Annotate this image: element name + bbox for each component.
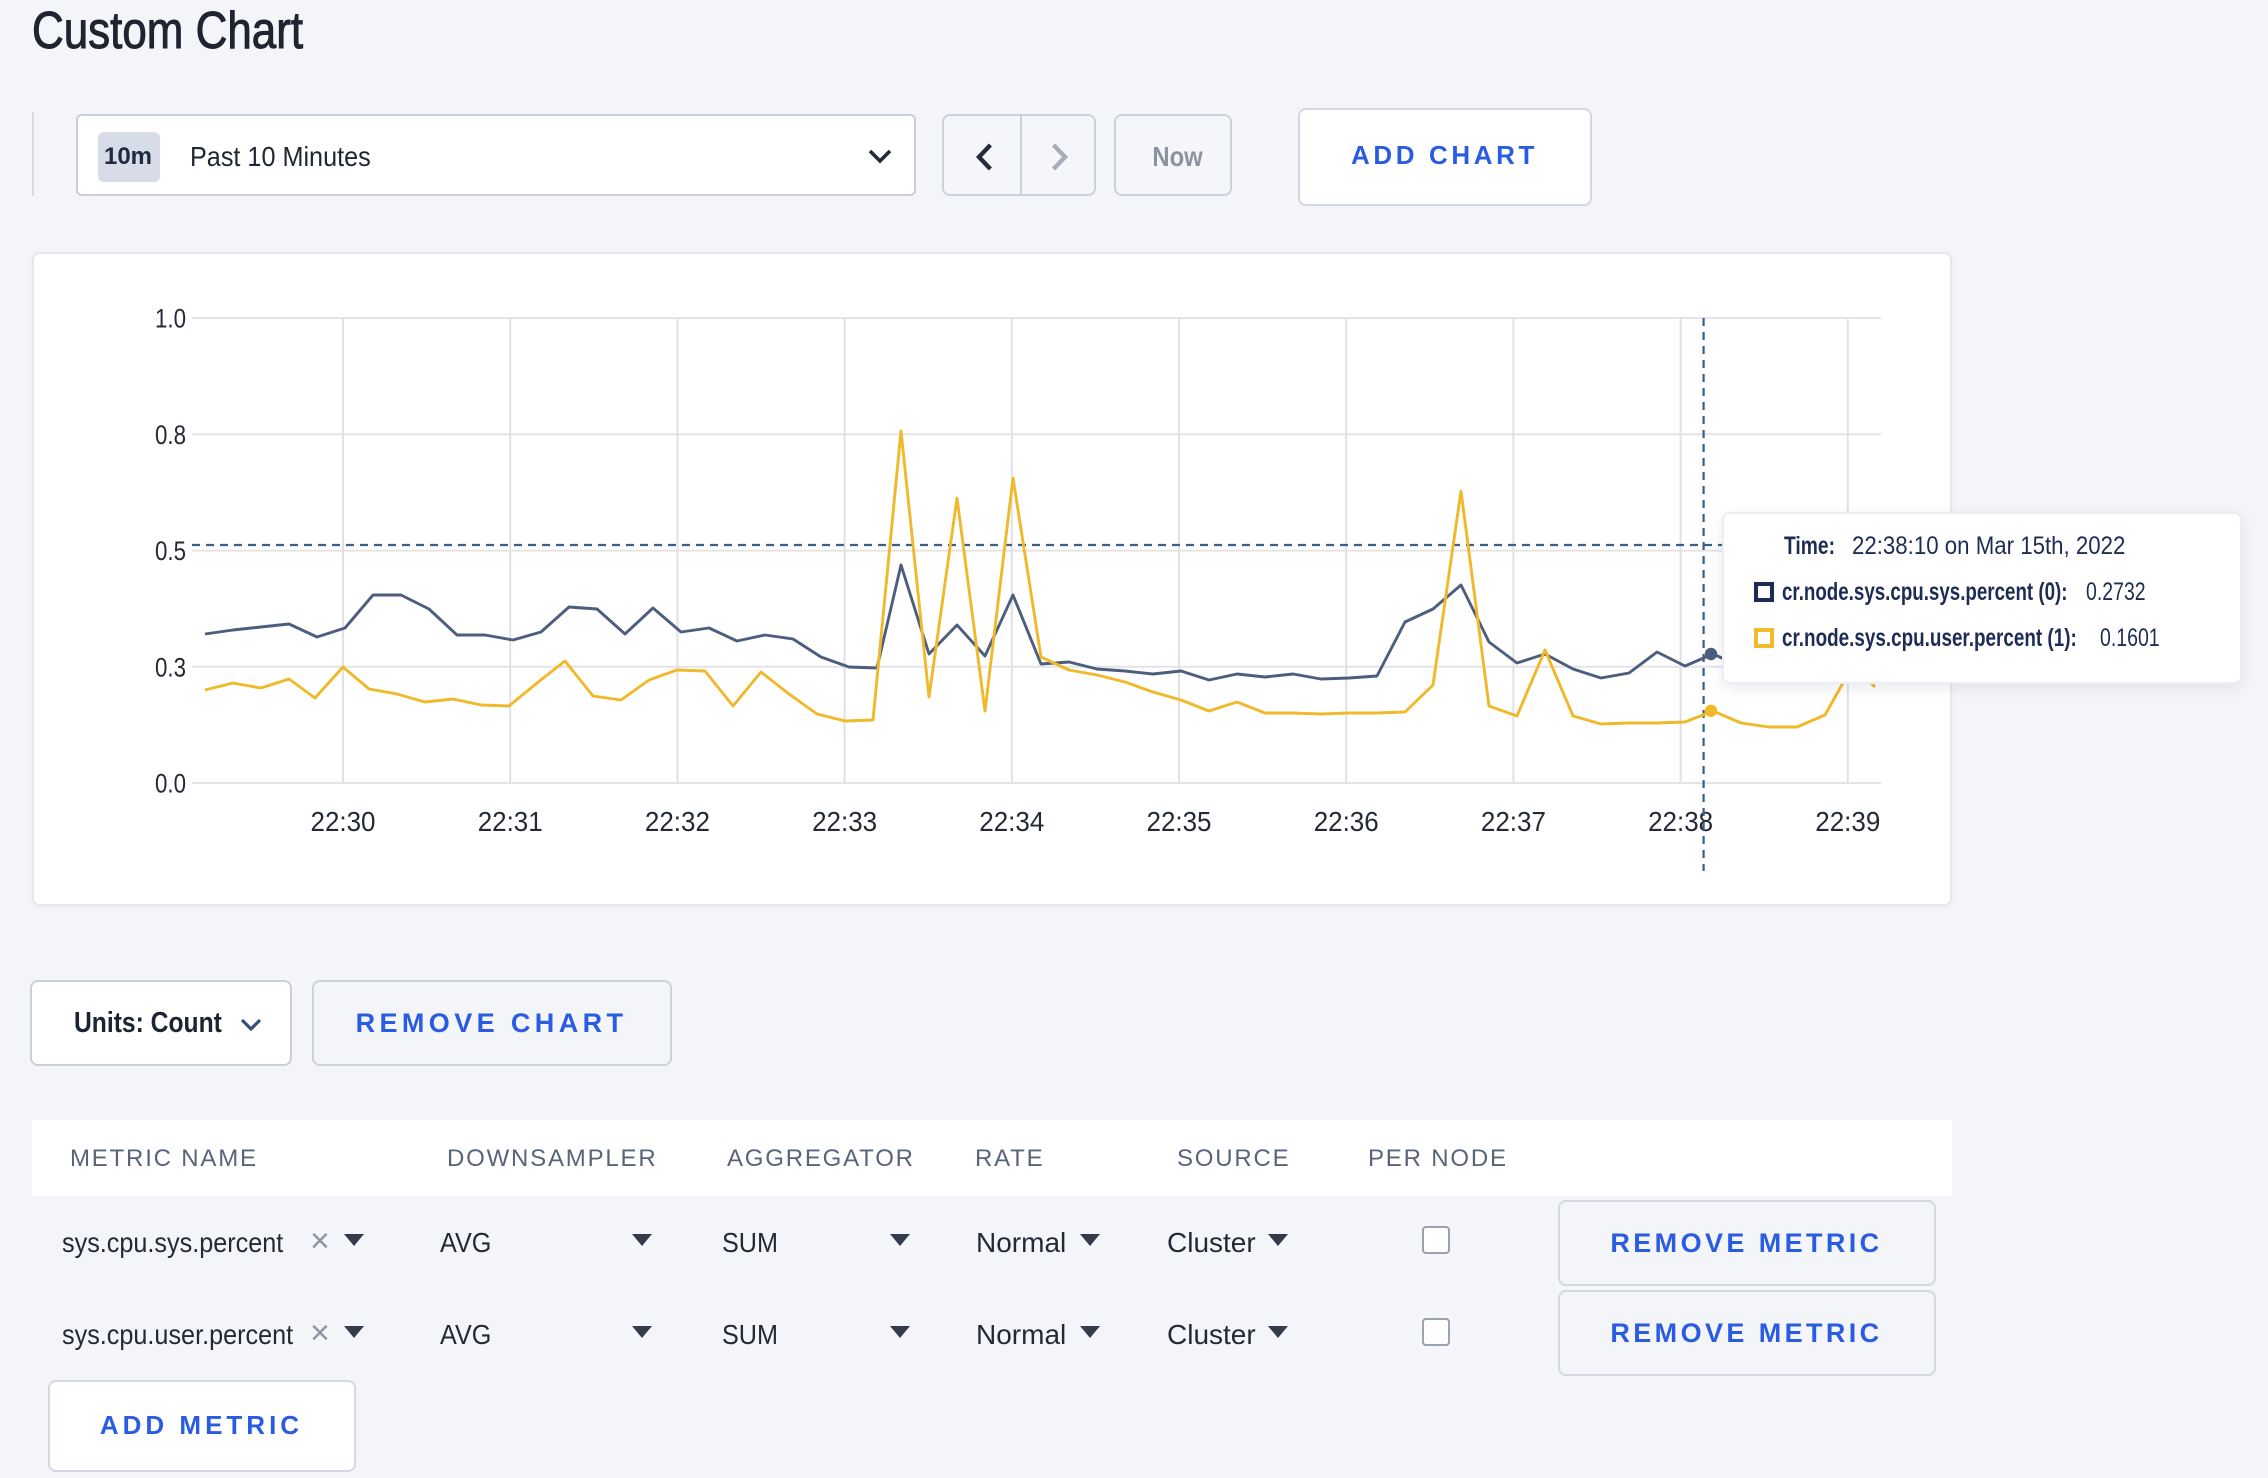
svg-text:22:33: 22:33 (812, 806, 877, 837)
svg-text:22:37: 22:37 (1481, 806, 1546, 837)
svg-text:1.0: 1.0 (155, 304, 186, 334)
svg-text:22:31: 22:31 (478, 806, 543, 837)
svg-text:22:35: 22:35 (1147, 806, 1212, 837)
svg-text:22:39: 22:39 (1815, 806, 1880, 837)
svg-text:0.0: 0.0 (155, 769, 186, 799)
svg-text:0.3: 0.3 (155, 652, 186, 682)
svg-text:22:34: 22:34 (979, 806, 1044, 837)
svg-text:22:36: 22:36 (1314, 806, 1379, 837)
svg-text:22:32: 22:32 (645, 806, 710, 837)
svg-text:22:30: 22:30 (311, 806, 376, 837)
svg-text:0.5: 0.5 (155, 536, 186, 566)
svg-text:0.8: 0.8 (155, 420, 186, 450)
